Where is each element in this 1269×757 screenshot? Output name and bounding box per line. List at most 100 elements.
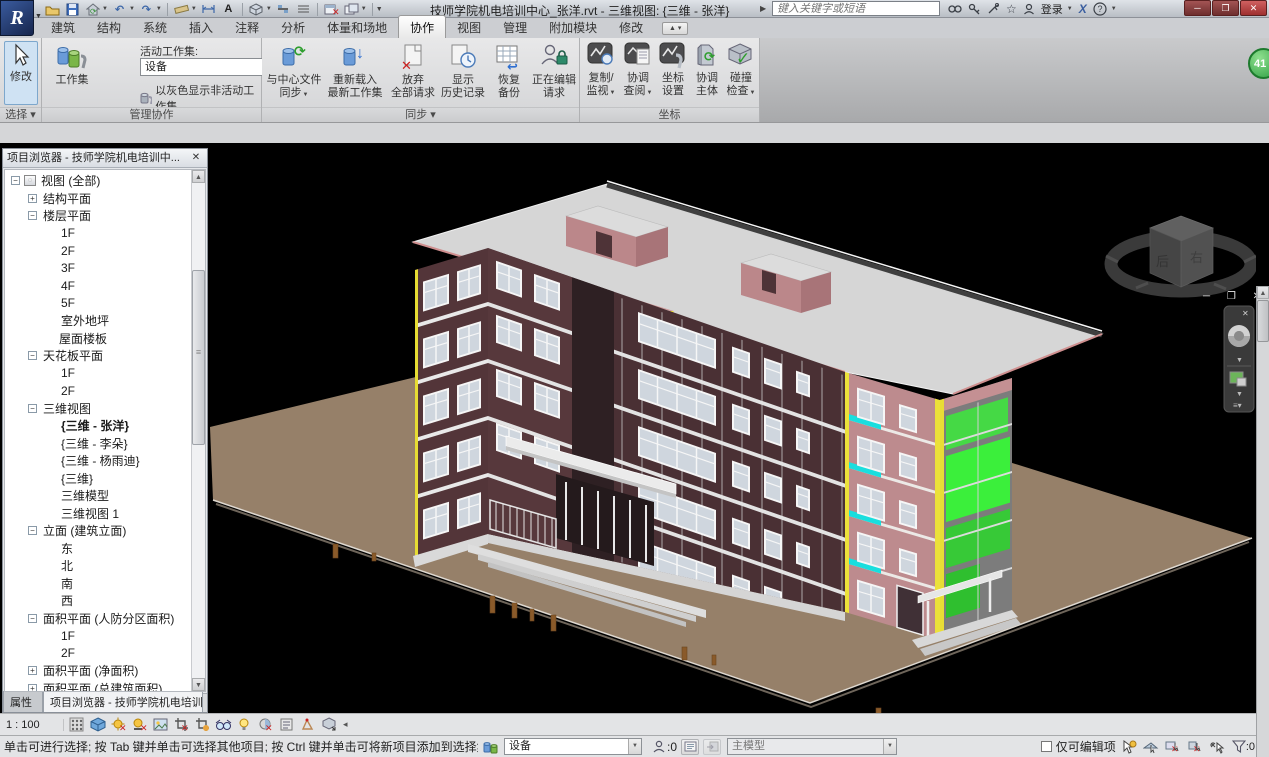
tree-item[interactable]: {三维 - 杨雨迪}: [5, 452, 191, 470]
select-underlay-icon[interactable]: ✕: [1164, 739, 1182, 755]
project-browser-close-icon[interactable]: ✕: [189, 149, 203, 167]
shadows-icon[interactable]: ✕: [131, 717, 148, 733]
restore-backup-button[interactable]: ↩ 恢复备份: [488, 41, 530, 105]
collapse-icon[interactable]: −: [28, 404, 37, 413]
3d-view-caret[interactable]: ▼: [266, 6, 272, 12]
design-option-caret[interactable]: ▼: [883, 739, 896, 754]
expand-icon[interactable]: +: [28, 666, 37, 675]
ribbon-tab-结构[interactable]: 结构: [86, 16, 132, 38]
active-workset-status-select[interactable]: 设备▼: [504, 738, 642, 755]
tree-item[interactable]: 三维视图 1: [5, 505, 191, 523]
sun-path-icon[interactable]: ✕: [110, 717, 127, 733]
show-history-button[interactable]: 显示历史记录: [438, 41, 488, 105]
navigation-bar[interactable]: ✕ ▼ ▼ ≡▾: [1224, 306, 1254, 412]
close-hidden-windows-icon[interactable]: ✕: [323, 2, 340, 17]
crop-view-icon[interactable]: ✕: [173, 717, 190, 733]
redo-caret[interactable]: ▼: [156, 6, 162, 12]
tree-item[interactable]: 南: [5, 575, 191, 593]
canvas-vertical-scrollbar[interactable]: ▲ ▼: [1256, 286, 1269, 757]
search-icon[interactable]: [948, 2, 962, 17]
tree-item[interactable]: 室外地坪: [5, 312, 191, 330]
collapse-icon[interactable]: −: [28, 351, 37, 360]
save-icon[interactable]: [64, 2, 81, 17]
building-end-facade[interactable]: [415, 248, 488, 556]
sync-with-central-button[interactable]: ⟳ 与中心文件同步 ▼: [266, 41, 322, 105]
tree-item[interactable]: 1F: [5, 627, 191, 645]
application-menu-button[interactable]: R: [0, 0, 34, 36]
worksets-status-icon[interactable]: [482, 739, 500, 755]
ribbon-tab-体量和场地[interactable]: 体量和场地: [316, 16, 398, 38]
tree-item[interactable]: 2F: [5, 645, 191, 663]
coordination-host-button[interactable]: ⟳ 协调主体: [690, 41, 724, 105]
ribbon-tab-系统[interactable]: 系统: [132, 16, 178, 38]
ribbon-tab-注释[interactable]: 注释: [224, 16, 270, 38]
ribbon-tab-修改[interactable]: 修改: [608, 16, 654, 38]
open-icon[interactable]: [44, 2, 61, 17]
collapse-icon[interactable]: −: [28, 526, 37, 535]
coordinate-panel-label[interactable]: 坐标: [580, 107, 759, 122]
stair-tower-curtainwall[interactable]: [940, 378, 1012, 635]
select-panel-label[interactable]: 选择 ▾: [0, 107, 41, 122]
ribbon-tab-管理[interactable]: 管理: [492, 16, 538, 38]
detail-level-icon[interactable]: [68, 717, 85, 733]
help-caret[interactable]: ▼: [1111, 6, 1117, 12]
exchange-apps-icon[interactable]: X: [1079, 2, 1087, 17]
coordination-review-button[interactable]: 协调查阅 ▼: [620, 41, 656, 105]
collapse-icon[interactable]: −: [28, 211, 37, 220]
tree-item[interactable]: 北: [5, 557, 191, 575]
modify-button[interactable]: 修改: [4, 41, 38, 105]
worksharing-display-icon[interactable]: ✕: [257, 717, 274, 733]
ribbon-tab-附加模块[interactable]: 附加模块: [538, 16, 608, 38]
tree-scroll-down[interactable]: ▼: [192, 678, 205, 691]
project-browser-tree[interactable]: −◌视图 (全部)+结构平面−楼层平面1F2F3F4F5F室外地坪屋面楼板−天花…: [5, 172, 191, 691]
tree-item[interactable]: 1F: [5, 225, 191, 243]
synchronize-panel-label[interactable]: 同步 ▾: [262, 107, 579, 122]
tree-item[interactable]: 东: [5, 540, 191, 558]
tree-item[interactable]: {三维 - 李朵}: [5, 435, 191, 453]
zoom-caret[interactable]: ▼: [1236, 391, 1243, 398]
default-3d-view-icon[interactable]: [248, 2, 265, 17]
tree-item[interactable]: 屋面楼板: [5, 330, 191, 348]
view-cube[interactable]: 后 右: [1106, 216, 1256, 291]
expand-icon[interactable]: +: [28, 194, 37, 203]
aligned-dimension-icon[interactable]: [200, 2, 217, 17]
editable-only-box[interactable]: [1041, 741, 1052, 752]
scale-button[interactable]: 1 : 100: [6, 719, 64, 731]
wheel-caret[interactable]: ▼: [1236, 357, 1243, 364]
design-option-select[interactable]: 主模型▼: [727, 738, 897, 755]
tree-item[interactable]: 1F: [5, 365, 191, 383]
undo-caret[interactable]: ▼: [129, 6, 135, 12]
measure-icon[interactable]: [173, 2, 190, 17]
coordinates-button[interactable]: 坐标设置: [656, 41, 690, 105]
navbar-close-icon[interactable]: ✕: [1242, 309, 1249, 318]
tree-item[interactable]: 5F: [5, 295, 191, 313]
drag-on-selection-icon[interactable]: [1120, 739, 1138, 755]
sign-in-caret[interactable]: ▼: [1067, 6, 1073, 12]
tab-project-browser[interactable]: 项目浏览器 - 技师学院机电培训...: [43, 691, 203, 712]
analytical-model-icon[interactable]: [299, 717, 316, 733]
reveal-hidden-elements-icon[interactable]: [236, 717, 253, 733]
ribbon-tab-协作[interactable]: 协作: [398, 15, 446, 38]
tree-item[interactable]: 2F: [5, 382, 191, 400]
tree-item[interactable]: −◌视图 (全部): [5, 172, 191, 190]
editing-requests-button[interactable]: 正在编辑请求: [530, 41, 578, 105]
selection-filter-indicator[interactable]: :0: [1232, 740, 1255, 753]
sign-in-user-icon[interactable]: [1023, 2, 1035, 17]
help-search-input[interactable]: [772, 1, 940, 16]
close-button[interactable]: ✕: [1240, 0, 1267, 16]
tree-item[interactable]: +面积平面 (总建筑面积): [5, 680, 191, 692]
rendering-dialog-icon[interactable]: [152, 717, 169, 733]
help-icon[interactable]: ?: [1093, 2, 1107, 17]
tree-item[interactable]: 西: [5, 592, 191, 610]
text-icon[interactable]: A: [220, 2, 237, 17]
measure-caret[interactable]: ▼: [191, 6, 197, 12]
thin-lines-icon[interactable]: [295, 2, 312, 17]
tree-item[interactable]: {三维 - 张洋}: [5, 417, 191, 435]
tree-item[interactable]: 4F: [5, 277, 191, 295]
tree-scroll-thumb[interactable]: [192, 270, 205, 445]
project-browser-titlebar[interactable]: 项目浏览器 - 技师学院机电培训中... ✕: [3, 149, 207, 168]
view-control-expand-arrow[interactable]: ◂: [343, 719, 348, 730]
tree-item[interactable]: 3F: [5, 260, 191, 278]
temporary-hide-isolate-icon[interactable]: [215, 717, 232, 733]
tree-item[interactable]: {三维}: [5, 470, 191, 488]
